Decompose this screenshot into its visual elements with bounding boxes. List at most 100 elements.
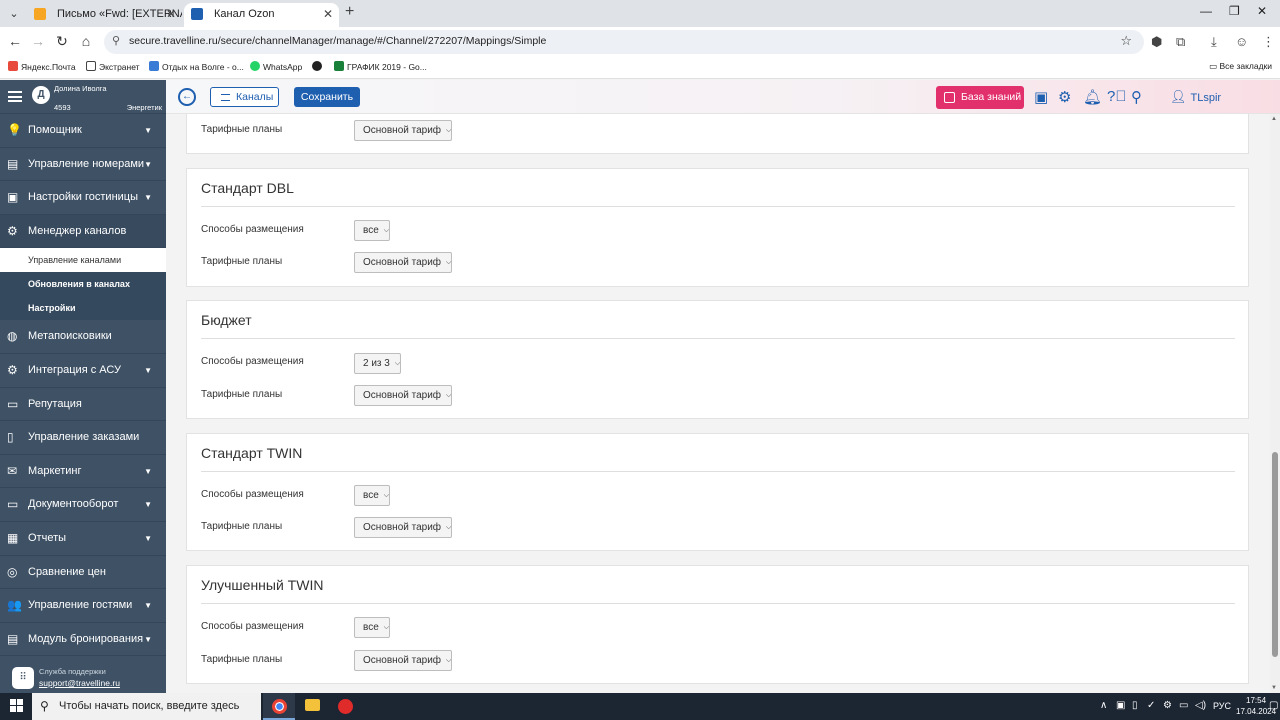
minimize-icon[interactable]: — [1200,4,1212,18]
tray-chevron-icon[interactable]: ∧ [1100,700,1107,711]
rate-plan-dropdown[interactable]: Основной тариф ⌵ [354,517,453,538]
sidebar-subitem-settings[interactable]: Настройки [0,296,166,321]
bookmark-schedule[interactable]: ГРАФИК 2019 - Go... [334,61,427,72]
volume-icon[interactable]: ◁) [1195,700,1206,711]
browser-tab-mail[interactable]: Письмо «Fwd: [EXTERNAL] Re: ✕ [27,3,182,27]
placement-dropdown[interactable]: 2 из 3 ⌵ [354,353,402,374]
bookmark-whatsapp[interactable]: WhatsApp [250,61,302,72]
rate-plans-label: Тарифные планы [201,124,283,135]
scroll-up-icon[interactable]: ▲ [1271,116,1277,122]
rate-plan-dropdown[interactable]: Основной тариф ⌵ [354,385,453,406]
placement-label: Способы размещения [201,489,304,500]
address-bar[interactable]: ⚲ secure.travelline.ru/secure/channelMan… [104,30,1144,54]
placement-label: Способы размещения [201,224,304,235]
sidebar-item-orders[interactable]: ▯ Управление заказами [0,421,166,455]
room-card-partial: Тарифные планы Основной тариф ⌵ [186,114,1249,154]
bookmark-volga[interactable]: Отдых на Волге - о... [149,61,244,72]
save-button[interactable]: Сохранить [294,87,360,107]
sidebar-item-rooms[interactable]: ▤ Управление номерами ▼ [0,148,166,182]
download-icon[interactable]: ⤓ [1211,34,1217,50]
language-indicator[interactable]: РУС [1213,701,1231,711]
room-title: Бюджет [201,312,252,328]
new-tab-icon[interactable]: + [345,3,354,21]
hotel-name[interactable]: Долина Иволга [54,84,107,93]
taskbar-search-input[interactable]: ⚲ Чтобы начать поиск, введите здесь запр… [32,693,261,720]
search-icon[interactable]: ⚲ [1131,88,1142,106]
rate-plan-dropdown[interactable]: Основной тариф ⌵ [354,252,453,273]
all-bookmarks[interactable]: ▭ Все закладки [1209,61,1272,72]
page-scrollbar[interactable]: ▲ ▼ [1270,114,1280,693]
back-circle-icon[interactable]: ← [178,88,196,106]
forward-arrow-icon[interactable]: → [29,33,47,49]
tray-app-icon[interactable]: ▣ [1116,700,1125,711]
bookmark-star-icon[interactable]: ☆ [1120,33,1132,49]
reload-icon[interactable]: ↻ [53,33,71,50]
sidebar-item-channel-manager[interactable]: ⚙ Менеджер каналов [0,214,166,249]
tray-device-icon[interactable]: ▯ [1132,700,1138,711]
back-arrow-icon[interactable]: ← [6,33,24,49]
tray-sync-icon[interactable]: ✓ [1147,700,1155,711]
chevron-down-icon: ▼ [144,193,152,203]
placement-label: Способы размещения [201,621,304,632]
close-tab-icon[interactable]: ✕ [323,3,333,25]
chevron-down-icon: ▼ [144,126,152,135]
sidebar-item-reputation[interactable]: ▭ Репутация [0,388,166,422]
placement-dropdown[interactable]: все ⌵ [354,220,391,241]
sidebar-item-reports[interactable]: ▦ Отчеты ▼ [0,522,166,556]
placement-dropdown[interactable]: все ⌵ [354,617,391,638]
puzzle-icon[interactable]: ⧉ [1176,34,1185,50]
gear-icon[interactable]: ⚙ [1058,88,1071,106]
windows-start-icon[interactable] [10,699,23,712]
tab-search-chevron-icon[interactable]: ⌄ [5,5,23,23]
notifications-icon[interactable]: ▢ [1269,700,1278,711]
sidebar-item-guests[interactable]: 👥 Управление гостями ▼ [0,589,166,623]
close-tab-icon[interactable]: ✕ [166,3,176,25]
channels-button[interactable]: Каналы [210,87,279,107]
help-icon[interactable]: ?⃝ [1107,88,1127,105]
bell-icon[interactable]: 🔔︎ [1083,88,1102,106]
placement-dropdown[interactable]: все ⌵ [354,485,391,506]
rate-plan-dropdown[interactable]: Основной тариф ⌵ [354,650,453,671]
tray-settings-icon[interactable]: ⚙ [1163,700,1172,711]
hamburger-menu-icon[interactable] [8,91,22,102]
review-icon: ▭ [7,396,19,411]
sidebar-subitem-channel-management[interactable]: Управление каналами [0,248,166,273]
user-menu[interactable]: 👤︎ TLspir [1170,89,1221,105]
restore-icon[interactable]: ❐ [1229,4,1240,18]
chevron-down-icon: ⌵ [383,492,390,499]
sidebar-item-booking-module[interactable]: ▤ Модуль бронирования ▼ [0,623,166,657]
browser-tab-ozon[interactable]: Канал Ozon ✕ [184,3,339,27]
sidebar-subitem-channel-updates[interactable]: Обновления в каналах [0,272,166,297]
sidebar-item-metasearch[interactable]: ◍ Метапоисковики [0,320,166,354]
rate-plans-label: Тарифные планы [201,521,283,532]
chevron-down-icon: ⌵ [383,227,390,234]
extension-icon[interactable]: ⬢ [1151,34,1162,50]
sidebar-item-assistant[interactable]: 💡 Помощник ▼ [0,114,166,148]
close-window-icon[interactable]: ✕ [1257,4,1267,18]
bookmark-extranet[interactable]: Экстранет [86,61,140,72]
sidebar-item-hotel-settings[interactable]: ▣ Настройки гостиницы ▼ [0,181,166,215]
wallet-icon[interactable]: ▣ [1034,88,1048,106]
menu-dots-icon[interactable]: ⋮ [1262,34,1275,50]
taskbar-explorer[interactable] [296,693,328,720]
sidebar-item-marketing[interactable]: ✉ Маркетинг ▼ [0,455,166,489]
bookmark-plus[interactable] [312,61,325,72]
bookmark-yandex-mail[interactable]: Яндекс.Почта [8,61,76,72]
scroll-down-icon[interactable]: ▼ [1271,685,1277,691]
knowledge-base-button[interactable]: База знаний [936,86,1024,109]
chevron-down-icon: ⌵ [446,524,452,531]
site-info-icon[interactable]: ⚲ [112,34,120,47]
taskbar-app[interactable] [329,693,361,720]
sidebar-item-documents[interactable]: ▭ Документооборот ▼ [0,488,166,522]
taskbar-chrome[interactable] [263,693,295,720]
sidebar-item-pms-integration[interactable]: ⚙ Интеграция с АСУ ▼ [0,354,166,388]
room-title: Стандарт DBL [201,180,294,196]
home-icon[interactable]: ⌂ [77,33,95,49]
profile-icon[interactable]: ☺ [1235,34,1248,49]
rate-plan-dropdown[interactable]: Основной тариф ⌵ [354,120,453,141]
tray-network-icon[interactable]: ▭ [1179,700,1188,711]
sidebar-item-price-comparison[interactable]: ◎ Сравнение цен [0,556,166,590]
url-text[interactable]: secure.travelline.ru/secure/channelManag… [129,35,546,47]
support-email-link[interactable]: support@travelline.ru [39,678,120,688]
scrollbar-thumb[interactable] [1272,452,1278,657]
